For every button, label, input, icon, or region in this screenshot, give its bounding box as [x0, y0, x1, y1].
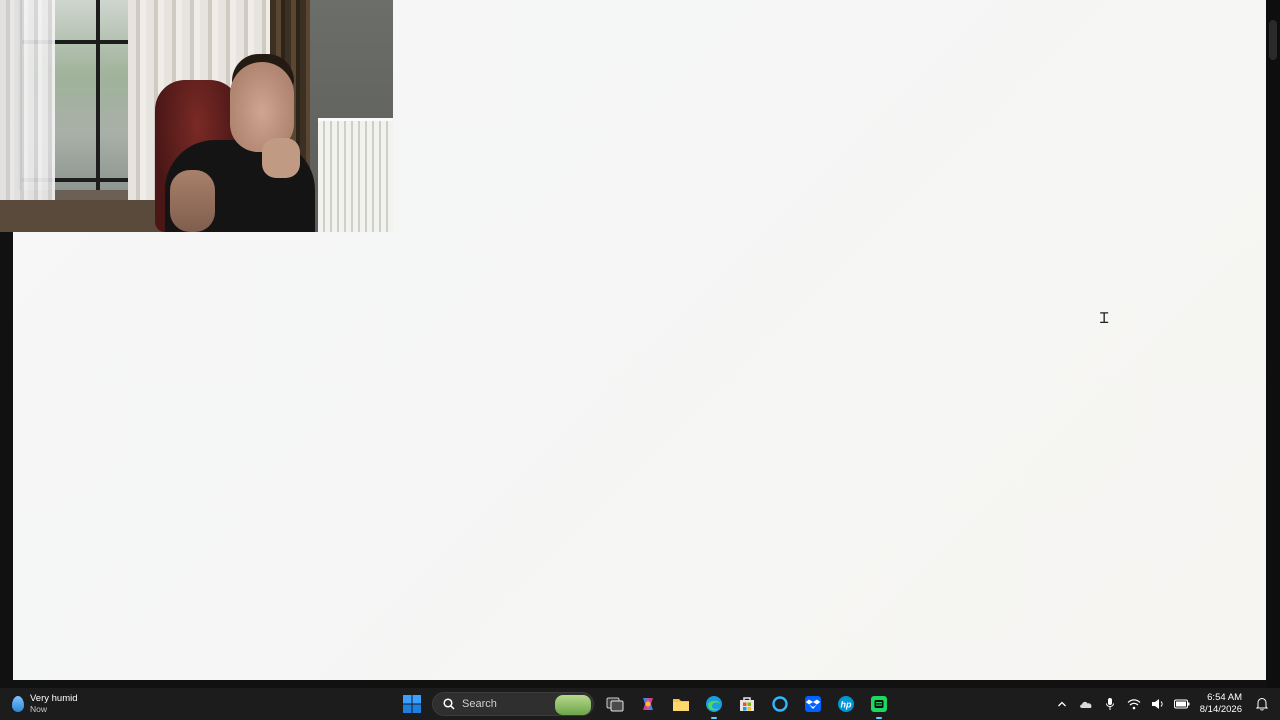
webcam-window-frame — [96, 0, 100, 190]
task-view-button[interactable] — [603, 692, 627, 716]
show-hidden-icons-button[interactable] — [1050, 692, 1074, 716]
active-app-indicator — [875, 717, 882, 719]
task-view-icon — [606, 697, 623, 712]
taskbar-search-box[interactable]: Search — [432, 692, 594, 716]
wifi-icon — [1127, 699, 1141, 710]
clock-date: 8/14/2026 — [1199, 704, 1242, 715]
microsoft-store-button[interactable] — [735, 692, 759, 716]
taskbar-clock[interactable]: 6:54 AM 8/14/2026 — [1200, 692, 1242, 716]
cortana-button[interactable] — [768, 692, 792, 716]
file-explorer-icon — [672, 699, 689, 711]
copilot-icon — [642, 698, 653, 710]
microphone-button[interactable] — [1098, 692, 1122, 716]
onedrive-button[interactable] — [1074, 692, 1098, 716]
cortana-icon — [771, 696, 788, 712]
search-placeholder: Search — [462, 698, 497, 710]
hp-icon: hp — [837, 696, 854, 712]
weather-time: Now — [30, 704, 48, 714]
webcam-person-arm — [170, 170, 215, 232]
webcam-radiator — [318, 118, 393, 232]
edge-icon — [705, 696, 722, 712]
weather-condition: Very humid — [30, 693, 78, 704]
webcam-person-hand — [262, 138, 300, 178]
dropbox-icon — [804, 696, 821, 712]
weather-widget[interactable]: Very humid Now — [12, 692, 78, 716]
system-tray: 6:54 AM 8/14/2026 — [1050, 688, 1280, 720]
file-explorer-button[interactable] — [669, 692, 693, 716]
taskbar-pinned-apps: Search hp — [395, 692, 895, 719]
battery-button[interactable] — [1170, 692, 1194, 716]
taskbar: Very humid Now Search hp 6:54 AM 8/14/20… — [0, 688, 1280, 720]
bell-icon — [1256, 697, 1268, 711]
chevron-up-icon — [1057, 701, 1066, 707]
spotify-button[interactable] — [867, 692, 891, 719]
search-icon — [443, 698, 455, 710]
notification-center-button[interactable] — [1250, 692, 1274, 716]
right-edge-bar — [1266, 0, 1280, 688]
onedrive-icon — [1079, 701, 1092, 708]
scrollbar-thumb[interactable] — [1269, 20, 1277, 60]
copilot-button[interactable] — [636, 692, 660, 716]
webcam-curtain — [0, 0, 55, 205]
active-app-indicator — [710, 717, 717, 719]
microsoft-store-icon — [739, 697, 754, 711]
webcam-overlay — [0, 0, 393, 232]
svg-text:hp: hp — [840, 700, 851, 710]
text-cursor-icon: Ɪ — [1100, 309, 1109, 327]
clock-time: 6:54 AM — [1207, 692, 1242, 703]
spotify-icon — [870, 696, 887, 712]
network-button[interactable] — [1122, 692, 1146, 716]
volume-button[interactable] — [1146, 692, 1170, 716]
search-highlight-image — [555, 695, 591, 715]
dropbox-button[interactable] — [801, 692, 825, 716]
start-button[interactable] — [400, 692, 424, 716]
humidity-drop-icon — [12, 696, 24, 712]
volume-icon — [1151, 699, 1163, 709]
battery-icon — [1173, 699, 1190, 709]
microphone-icon — [1105, 698, 1114, 710]
start-icon — [402, 695, 421, 713]
hp-button[interactable]: hp — [834, 692, 858, 716]
edge-button[interactable] — [702, 692, 726, 719]
